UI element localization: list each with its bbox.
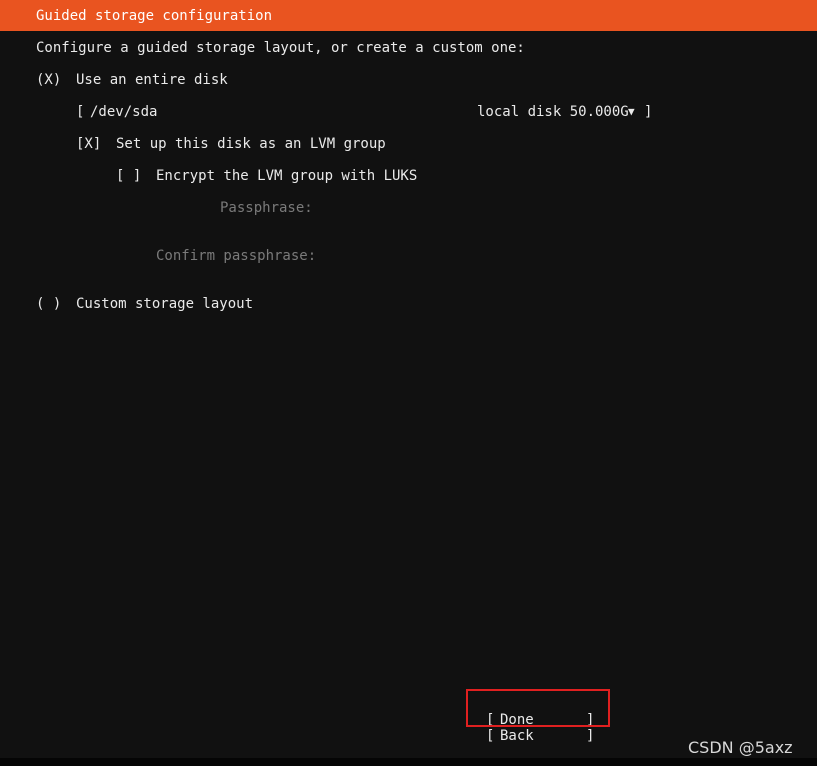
custom-layout-radio[interactable]: ( ) <box>36 296 61 312</box>
back-button-label: Back <box>500 728 534 744</box>
back-button-close-bracket: ] <box>586 728 595 744</box>
page-title: Guided storage configuration <box>36 8 273 24</box>
confirm-passphrase-field[interactable] <box>318 248 658 264</box>
disk-select-close-bracket: ] <box>644 104 653 120</box>
luks-checkbox[interactable]: [ ] <box>116 168 141 184</box>
lvm-label[interactable]: Set up this disk as an LVM group <box>116 136 386 152</box>
installer-screen: Guided storage configuration Configure a… <box>0 0 817 758</box>
passphrase-label: Passphrase: <box>220 200 313 216</box>
luks-label[interactable]: Encrypt the LVM group with LUKS <box>156 168 417 184</box>
lvm-checkbox[interactable]: [X] <box>76 136 101 152</box>
disk-select-open-bracket: [ <box>76 104 85 120</box>
disk-select[interactable]: [ /dev/sda local disk 50.000G ▼ ] <box>76 104 654 120</box>
disk-select-device: /dev/sda <box>90 104 158 120</box>
annotation-highlight-box <box>466 689 610 727</box>
header-bar: Guided storage configuration <box>0 0 817 31</box>
intro-text: Configure a guided storage layout, or cr… <box>36 40 525 56</box>
back-button-open-bracket: [ <box>486 728 495 744</box>
dropdown-arrow-icon[interactable]: ▼ <box>628 104 635 120</box>
back-button[interactable]: [ Back ] <box>486 728 596 744</box>
use-entire-disk-radio[interactable]: (X) <box>36 72 61 88</box>
bottom-strip <box>0 758 817 766</box>
use-entire-disk-label[interactable]: Use an entire disk <box>76 72 228 88</box>
confirm-passphrase-label: Confirm passphrase: <box>156 248 317 264</box>
custom-layout-label[interactable]: Custom storage layout <box>76 296 253 312</box>
watermark: CSDN @5axz <box>688 738 793 757</box>
disk-select-description: local disk 50.000G <box>477 104 629 120</box>
passphrase-field[interactable] <box>318 200 658 216</box>
